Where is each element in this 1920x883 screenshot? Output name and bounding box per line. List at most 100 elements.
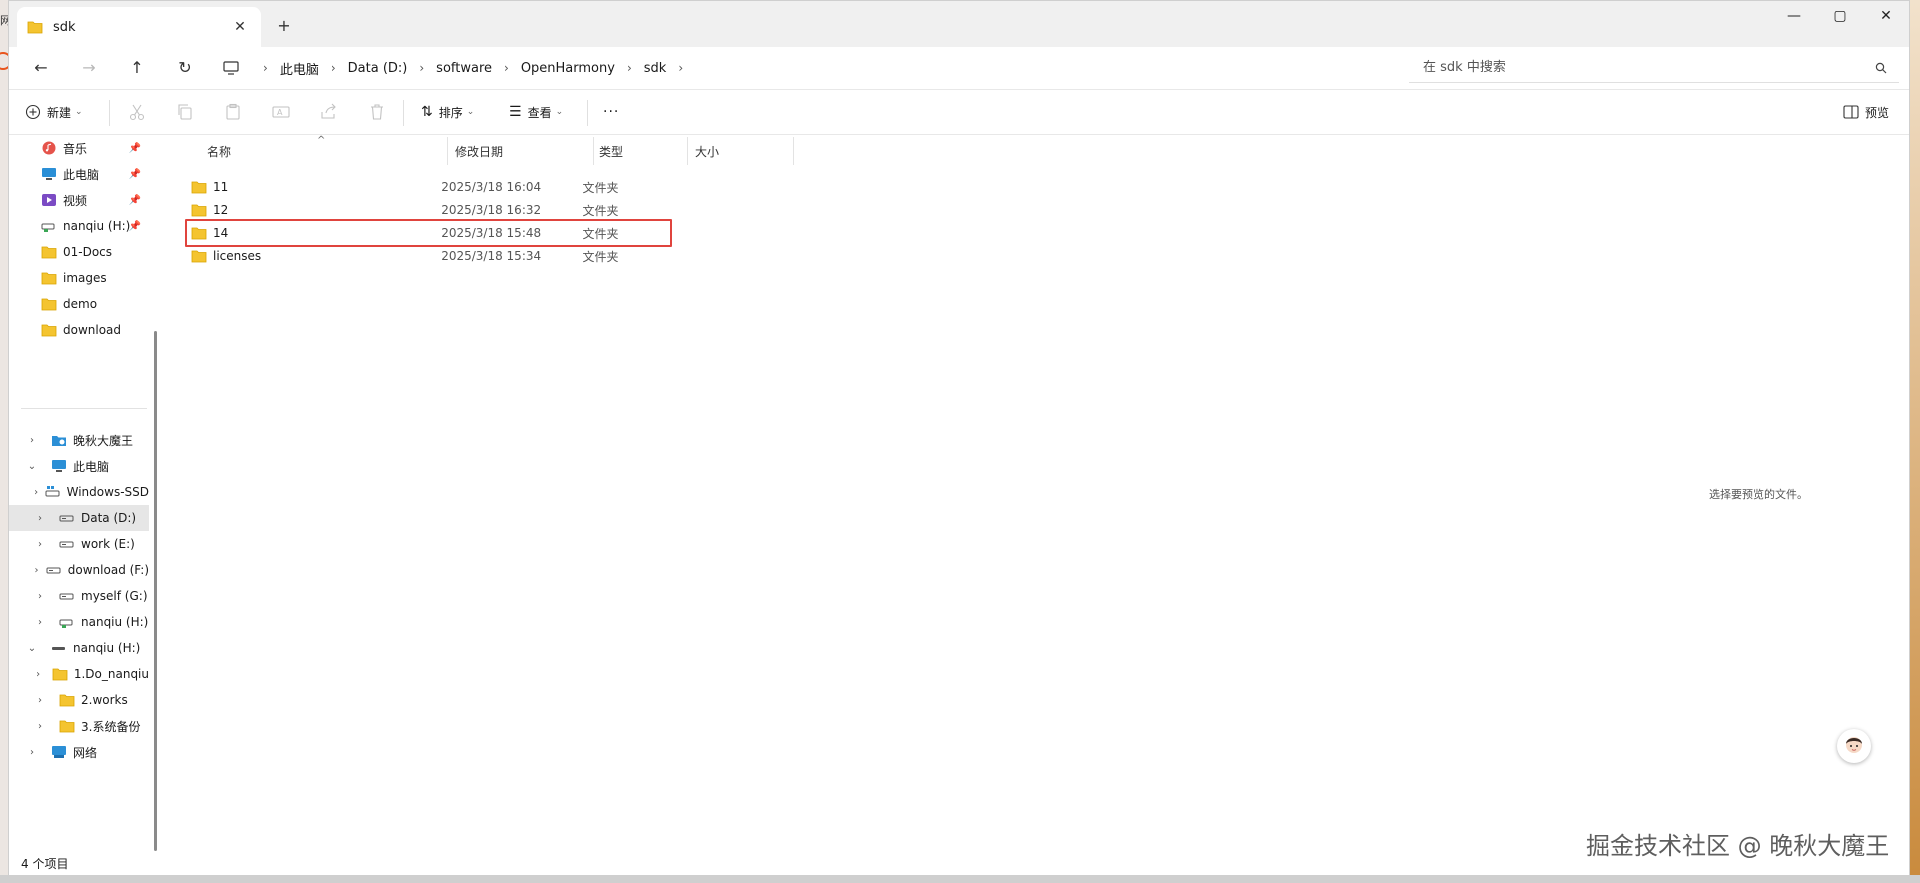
column-header-size[interactable]: 大小 — [695, 143, 719, 163]
close-window-button[interactable]: ✕ — [1863, 1, 1909, 33]
sidebar-tree-item[interactable]: › nanqiu (H:) — [9, 609, 149, 635]
chevron-right-icon[interactable]: › — [25, 747, 39, 758]
sidebar-tree-item[interactable]: › 晚秋大魔王 — [9, 427, 149, 453]
sidebar-tree-item[interactable]: › 网络 — [9, 739, 149, 765]
column-header-name[interactable]: 名称 — [207, 143, 231, 163]
paste-icon[interactable] — [223, 102, 243, 122]
file-name: licenses — [213, 249, 262, 263]
sidebar-tree-item[interactable]: › Windows-SSD — [9, 479, 149, 505]
tab-close-icon[interactable]: ✕ — [229, 19, 251, 35]
chevron-right-icon[interactable]: › — [263, 61, 268, 75]
sidebar-scrollbar[interactable] — [154, 331, 157, 851]
back-arrow-icon[interactable]: ← — [27, 55, 55, 81]
column-divider[interactable] — [793, 137, 794, 165]
new-tab-button[interactable]: + — [273, 15, 295, 37]
drive-icon — [59, 593, 74, 600]
sidebar-item-label: Windows-SSD — [66, 485, 149, 499]
share-icon[interactable] — [319, 102, 339, 122]
chevron-right-icon[interactable]: › — [33, 513, 47, 524]
chevron-down-icon[interactable]: ⌄ — [25, 461, 39, 472]
folder-icon — [41, 272, 57, 285]
sidebar-quick-item[interactable]: 01-Docs — [9, 239, 149, 265]
view-button[interactable]: ☰ 查看 ⌄ — [509, 100, 563, 124]
sidebar-quick-item[interactable]: 视频 📌 — [9, 187, 149, 213]
chevron-down-icon[interactable]: ⌄ — [25, 643, 39, 654]
address-row: ← → ↑ ↻ › 此电脑 › Data (D:) › software › O… — [9, 47, 1909, 89]
column-header-type[interactable]: 类型 — [599, 143, 623, 163]
sidebar-tree-item[interactable]: ⌄ 此电脑 — [9, 453, 149, 479]
sidebar-quick-item[interactable]: images — [9, 265, 149, 291]
column-divider[interactable] — [593, 137, 594, 165]
chevron-right-icon[interactable]: › — [33, 669, 43, 680]
sidebar-quick-item[interactable]: 此电脑 📌 — [9, 161, 149, 187]
search-input[interactable] — [1421, 59, 1875, 76]
breadcrumb[interactable]: › 此电脑 › Data (D:) › software › OpenHarmo… — [217, 53, 1397, 83]
new-button-label: 新建 — [47, 105, 72, 120]
chevron-right-icon[interactable]: › — [33, 591, 47, 602]
chevron-right-icon[interactable]: › — [419, 61, 424, 75]
refresh-icon[interactable]: ↻ — [171, 55, 199, 81]
folder-icon — [27, 21, 43, 34]
view-list-icon: ☰ — [509, 104, 522, 120]
chevron-right-icon[interactable]: › — [33, 617, 47, 628]
preview-pane-button[interactable]: 预览 — [1843, 100, 1889, 124]
chevron-right-icon[interactable]: › — [33, 695, 47, 706]
minimize-button[interactable]: — — [1771, 1, 1817, 33]
more-options-icon[interactable]: ··· — [603, 100, 619, 124]
chevron-right-icon[interactable]: › — [33, 721, 47, 732]
breadcrumb-item-software[interactable]: software — [436, 61, 492, 76]
breadcrumb-item-sdk[interactable]: sdk — [644, 61, 667, 76]
sidebar-item-label: work (E:) — [81, 537, 135, 551]
new-button[interactable]: 新建 ⌄ — [25, 100, 83, 124]
chevron-right-icon[interactable]: › — [25, 435, 39, 446]
maximize-button[interactable]: ▢ — [1817, 1, 1863, 33]
title-bar: sdk ✕ + — ▢ ✕ — [9, 1, 1909, 47]
chevron-right-icon[interactable]: › — [678, 61, 683, 75]
chevron-right-icon[interactable]: › — [33, 487, 39, 498]
rename-icon[interactable]: A — [271, 102, 291, 122]
column-header-modified[interactable]: 修改日期 — [455, 143, 503, 163]
breadcrumb-item-this-pc[interactable]: 此电脑 — [280, 59, 319, 78]
forward-arrow-icon[interactable]: → — [75, 55, 103, 81]
sidebar-separator — [21, 408, 147, 409]
chevron-right-icon[interactable]: › — [33, 539, 47, 550]
tab-sdk[interactable]: sdk ✕ — [17, 7, 261, 47]
delete-icon[interactable] — [367, 102, 387, 122]
column-divider[interactable] — [447, 137, 448, 165]
window-controls: — ▢ ✕ — [1771, 1, 1909, 33]
sidebar-tree-item[interactable]: › 3.系统备份 — [9, 713, 149, 739]
search-icon[interactable] — [1875, 62, 1887, 74]
sort-button[interactable]: ⇅ 排序 ⌄ — [421, 100, 474, 124]
chevron-right-icon[interactable]: › — [33, 565, 40, 576]
sidebar-tree-item[interactable]: › 2.works — [9, 687, 149, 713]
folder-icon — [52, 668, 68, 681]
search-box[interactable] — [1409, 53, 1899, 83]
assistant-avatar[interactable] — [1837, 729, 1871, 763]
plus-circle-icon — [25, 104, 41, 120]
sidebar-tree-item[interactable]: › work (E:) — [9, 531, 149, 557]
breadcrumb-item-data-d[interactable]: Data (D:) — [348, 61, 408, 76]
up-arrow-icon[interactable]: ↑ — [123, 55, 151, 81]
sidebar-item-label: download (F:) — [67, 563, 149, 577]
sidebar-quick-item[interactable]: download — [9, 317, 149, 343]
folder-icon — [41, 246, 57, 259]
sidebar-tree-item[interactable]: › download (F:) — [9, 557, 149, 583]
sidebar-tree-item[interactable]: ⌄ nanqiu (H:) — [9, 635, 149, 661]
file-row[interactable]: 11 2025/3/18 16:04 文件夹 — [191, 175, 661, 199]
sidebar-tree-item[interactable]: › Data (D:) — [9, 505, 149, 531]
chevron-right-icon[interactable]: › — [331, 61, 336, 75]
sidebar-quick-item[interactable]: nanqiu (H:) 📌 — [9, 213, 149, 239]
chevron-right-icon[interactable]: › — [504, 61, 509, 75]
breadcrumb-item-openharmony[interactable]: OpenHarmony — [521, 61, 615, 76]
file-name-cell: licenses — [191, 249, 441, 263]
file-row[interactable]: licenses 2025/3/18 15:34 文件夹 — [191, 244, 661, 268]
column-divider[interactable] — [687, 137, 688, 165]
copy-icon[interactable] — [175, 102, 195, 122]
cut-icon[interactable] — [127, 102, 147, 122]
chevron-right-icon[interactable]: › — [627, 61, 632, 75]
sidebar-tree-item[interactable]: › myself (G:) — [9, 583, 149, 609]
sidebar-tree-item[interactable]: › 1.Do_nanqiu — [9, 661, 149, 687]
sidebar-quick-item[interactable]: 音乐 📌 — [9, 135, 149, 161]
file-modified: 2025/3/18 16:04 — [441, 180, 542, 194]
sidebar-quick-item[interactable]: demo — [9, 291, 149, 317]
